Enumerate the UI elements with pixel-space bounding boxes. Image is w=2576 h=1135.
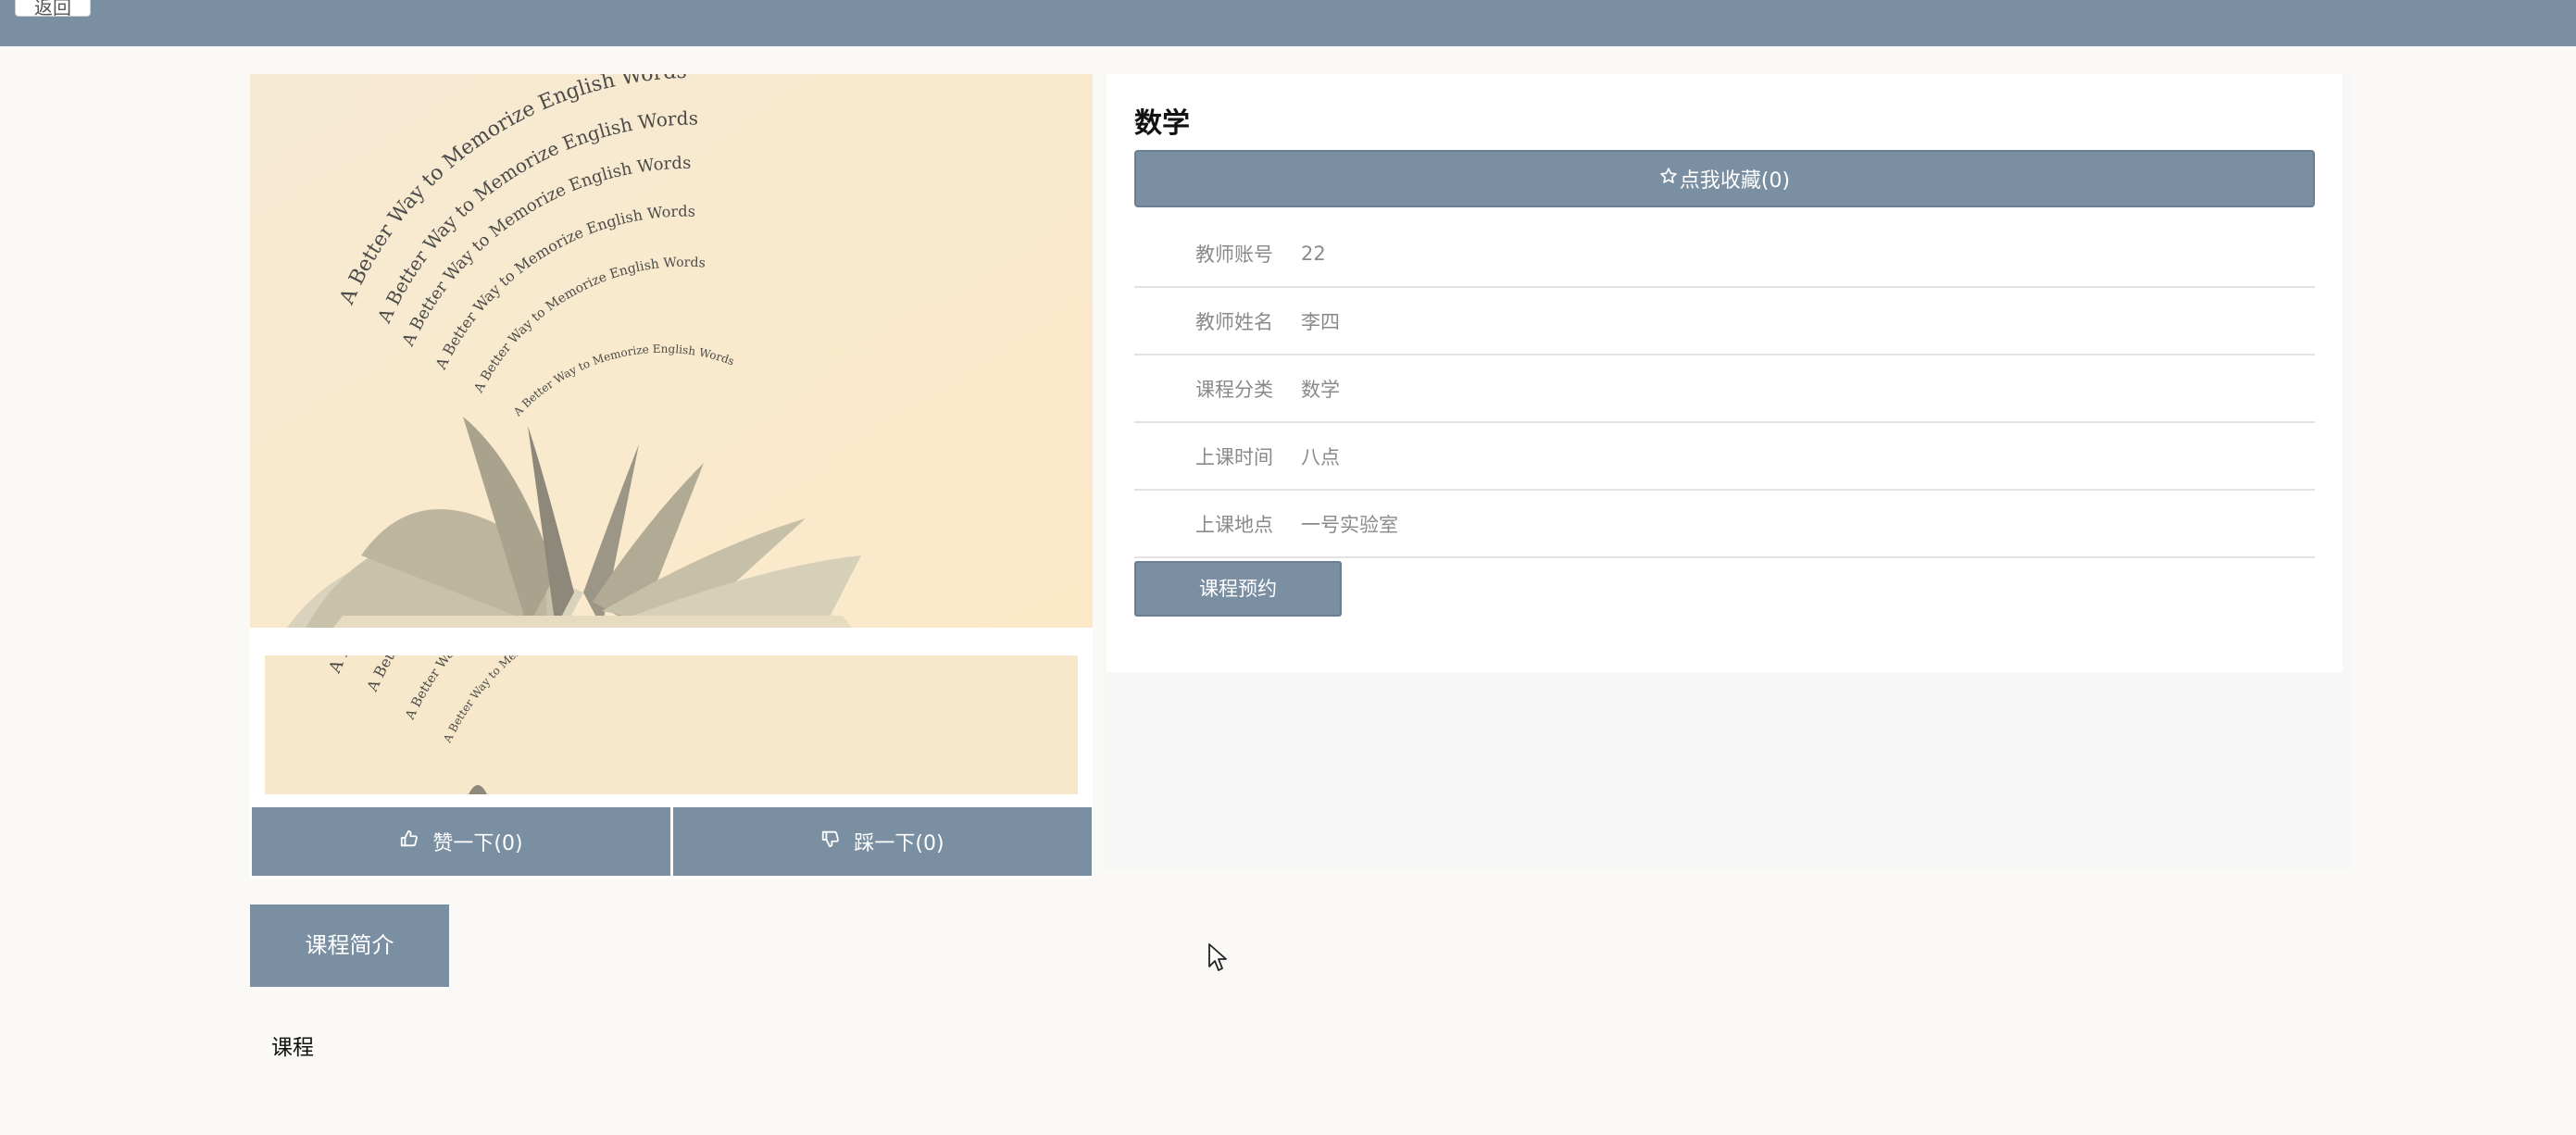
info-value: 李四: [1301, 310, 1340, 333]
reserve-course-button[interactable]: 课程预约: [1134, 561, 1342, 617]
course-intro-content: 课程: [271, 1036, 314, 1060]
course-thumbnail[interactable]: A Better Way to Memorize English Words A…: [265, 655, 1078, 794]
info-label: 教师账号: [1195, 243, 1273, 266]
info-label: 教师姓名: [1195, 310, 1273, 333]
info-value: 22: [1301, 242, 1326, 265]
course-title: 数学: [1134, 107, 1190, 140]
info-row-teacher-account: 教师账号 22: [1134, 220, 2315, 288]
back-button[interactable]: 返回: [15, 0, 91, 19]
thumbs-up-icon: [399, 829, 419, 854]
info-value: 一号实验室: [1301, 513, 1398, 536]
info-row-class-time: 上课时间 八点: [1134, 423, 2315, 491]
mouse-cursor-icon: [1207, 942, 1228, 972]
info-label: 上课地点: [1195, 513, 1273, 536]
favorite-label: 点我收藏(0): [1679, 169, 1791, 193]
favorite-button[interactable]: 点我收藏(0): [1134, 150, 2315, 207]
info-row-class-location: 上课地点 一号实验室: [1134, 491, 2315, 558]
info-row-course-category: 课程分类 数学: [1134, 355, 2315, 423]
dislike-label: 踩一下(0): [854, 832, 944, 855]
like-button[interactable]: 赞一下(0): [252, 807, 670, 876]
tab-course-intro[interactable]: 课程简介: [250, 904, 449, 987]
thumbs-down-icon: [820, 829, 841, 854]
dislike-button[interactable]: 踩一下(0): [673, 807, 1092, 876]
course-main-image: A Better Way to Memorize English Words A…: [250, 74, 1093, 628]
info-value: 数学: [1301, 378, 1340, 401]
info-label: 课程分类: [1195, 378, 1273, 401]
info-label: 上课时间: [1195, 445, 1273, 468]
image-gallery: A Better Way to Memorize English Words A…: [250, 74, 1093, 879]
info-value: 八点: [1301, 445, 1340, 468]
top-bar: 返回: [0, 0, 2576, 46]
star-icon: [1659, 167, 1678, 191]
like-label: 赞一下(0): [432, 832, 523, 855]
info-row-teacher-name: 教师姓名 李四: [1134, 288, 2315, 355]
